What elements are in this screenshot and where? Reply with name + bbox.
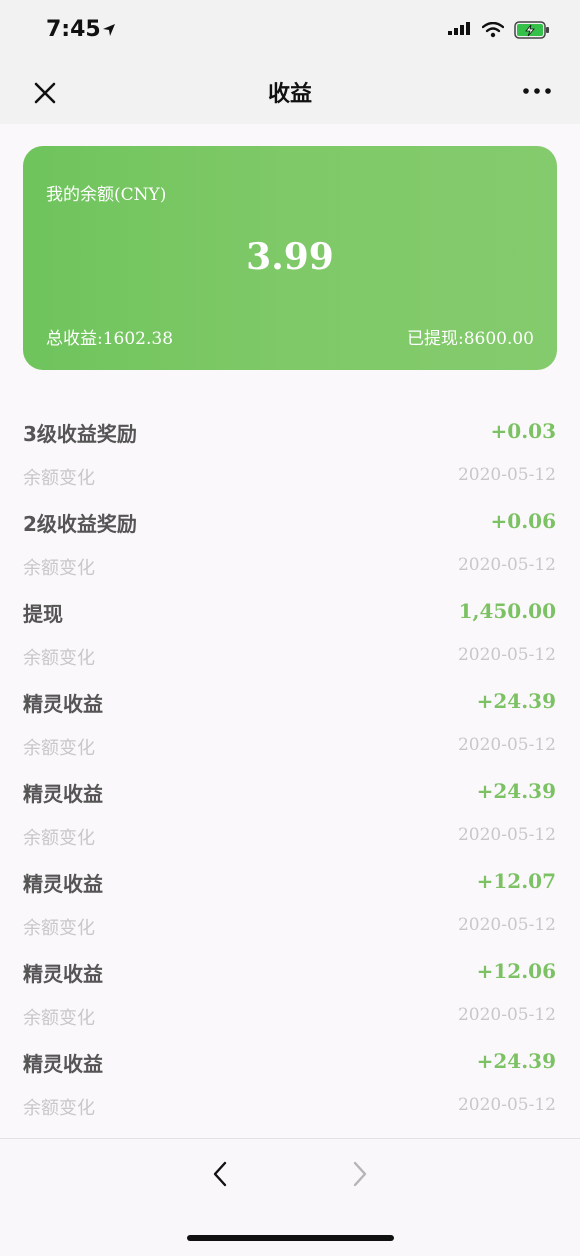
page-title: 收益 xyxy=(267,82,312,107)
list-item[interactable]: 精灵收益 +12.07 余额变化 2020-05-12 xyxy=(0,838,580,939)
status-time: 7:45 xyxy=(46,17,101,42)
list-item[interactable]: 精灵收益 +24.39 余额变化 2020-05-12 xyxy=(0,1018,580,1119)
total-income: 总收益:1602.38 xyxy=(46,329,174,349)
record-amount: +0.03 xyxy=(490,419,556,443)
record-title: 2级收益奖励 xyxy=(23,512,137,536)
signal-icon xyxy=(448,22,470,35)
battery-charging-icon xyxy=(514,21,549,39)
record-title: 精灵收益 xyxy=(23,872,103,896)
records-list: 3级收益奖励 +0.03 余额变化 2020-05-12 2级收益奖励 +0.0… xyxy=(0,388,580,1119)
record-amount: +12.06 xyxy=(476,959,556,983)
record-title: 提现 xyxy=(23,602,63,626)
record-subtitle: 余额变化 xyxy=(23,1098,95,1119)
status-bar: 7:45 xyxy=(0,0,580,60)
list-item[interactable]: 2级收益奖励 +0.06 余额变化 2020-05-12 xyxy=(0,478,580,579)
record-amount: +24.39 xyxy=(476,779,556,803)
chevron-left-icon[interactable] xyxy=(206,1159,236,1189)
record-title: 精灵收益 xyxy=(23,962,103,986)
balance-card: 我的余额(CNY) 3.99 总收益:1602.38 已提现:8600.00 xyxy=(23,146,557,370)
withdrawn-amount: 已提现:8600.00 xyxy=(406,329,534,349)
list-item[interactable]: 精灵收益 +24.39 余额变化 2020-05-12 xyxy=(0,658,580,759)
home-indicator[interactable] xyxy=(187,1235,394,1241)
balance-label: 我的余额(CNY) xyxy=(46,185,167,205)
chevron-right-icon[interactable] xyxy=(344,1159,374,1189)
nav-bar: 收益 xyxy=(0,60,580,124)
record-amount: +12.07 xyxy=(476,869,556,893)
record-amount: +24.39 xyxy=(476,1049,556,1073)
record-amount: 1,450.00 xyxy=(458,599,556,623)
list-item[interactable]: 3级收益奖励 +0.03 余额变化 2020-05-12 xyxy=(0,388,580,489)
list-item[interactable]: 精灵收益 +24.39 余额变化 2020-05-12 xyxy=(0,748,580,849)
list-item[interactable]: 精灵收益 +12.06 余额变化 2020-05-12 xyxy=(0,928,580,1029)
browser-toolbar xyxy=(0,1138,580,1256)
record-title: 3级收益奖励 xyxy=(23,422,137,446)
balance-value: 3.99 xyxy=(246,236,334,278)
more-icon[interactable] xyxy=(522,81,552,101)
wifi-icon xyxy=(482,22,504,38)
list-item[interactable]: 提现 1,450.00 余额变化 2020-05-12 xyxy=(0,568,580,669)
record-amount: +24.39 xyxy=(476,689,556,713)
record-title: 精灵收益 xyxy=(23,692,103,716)
record-amount: +0.06 xyxy=(490,509,556,533)
record-title: 精灵收益 xyxy=(23,782,103,806)
location-arrow-icon xyxy=(103,24,115,36)
record-date: 2020-05-12 xyxy=(457,1095,556,1115)
record-title: 精灵收益 xyxy=(23,1052,103,1076)
